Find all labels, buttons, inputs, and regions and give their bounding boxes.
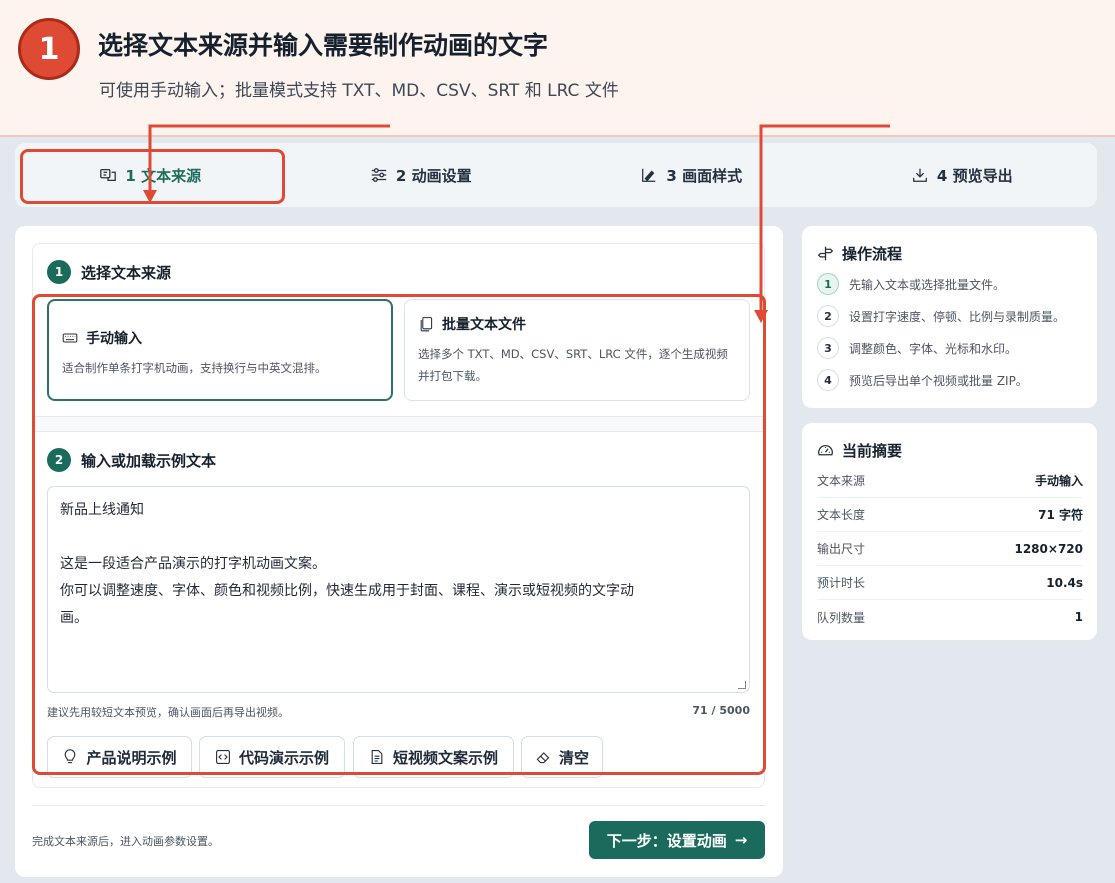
tab-canvas-style[interactable]: 3 画面样式 [556,143,827,207]
step-number-badge: 1 [18,18,80,80]
input-hint: 建议先用较短文本预览，确认画面后再导出视频。 [47,706,289,719]
banner-title: 选择文本来源并输入需要制作动画的文字 [98,31,549,60]
summary-row: 队列数量 1 [817,610,1083,625]
tab-text-source[interactable]: 1 文本来源 [15,143,286,207]
tab-animation-settings[interactable]: 2 动画设置 [286,143,557,207]
workflow-step-number: 2 [817,305,839,327]
summary-row: 预计时长 10.4s [817,566,1083,600]
summary-title: 当前摘要 [817,440,902,461]
document-icon [371,750,383,764]
tab-label: 2 动画设置 [395,166,472,185]
workflow-card: 操作流程 1 先输入文本或选择批量文件。 2 设置打字速度、停顿、比例与录制质量… [802,226,1097,408]
next-step-button[interactable]: 下一步：设置动画 → [589,821,765,859]
text-line [60,524,737,551]
gauge-icon [818,445,833,456]
option-manual-input[interactable]: 手动输入 适合制作单条打字机动画，支持换行与中英文混排。 [47,299,393,401]
signpost-icon [817,246,834,261]
tab-preview-export[interactable]: 4 预览导出 [827,143,1098,207]
resize-handle[interactable] [738,681,746,689]
text-line: 画。 [60,610,88,626]
arrow-right-icon: → [734,831,748,849]
clear-button[interactable]: 清空 [521,736,603,778]
section-input-heading: 2 输入或加载示例文本 [47,448,216,472]
workflow-step-number: 1 [817,273,839,295]
brush-icon [642,168,656,182]
summary-card: 当前摘要 文本来源 手动输入 文本长度 71 字符 输出尺寸 1280×720 … [802,423,1097,640]
summary-row: 输出尺寸 1280×720 [817,532,1083,566]
workflow-step: 2 设置打字速度、停顿、比例与录制质量。 [817,305,1065,327]
files-icon [420,317,433,332]
tab-label: 4 预览导出 [936,166,1013,185]
section-title: 输入或加载示例文本 [81,451,217,470]
option-description: 适合制作单条打字机动画，支持换行与中英文混排。 [62,361,327,375]
short-video-example-button[interactable]: 短视频文案示例 [353,736,514,778]
text-line: 新品上线通知 [60,502,144,518]
code-example-button[interactable]: 代码演示示例 [199,736,345,778]
instruction-banner: 1 选择文本来源并输入需要制作动画的文字 可使用手动输入；批量模式支持 TXT、… [0,0,1115,137]
workflow-step-number: 3 [817,337,839,359]
step-tabs: 1 文本来源 2 动画设置 3 画面样式 4 预览导出 [15,143,1097,207]
option-title: 手动输入 [62,328,142,348]
code-icon [216,750,230,764]
lightbulb-icon [65,749,76,764]
banner-subtitle: 可使用手动输入；批量模式支持 TXT、MD、CSV、SRT 和 LRC 文件 [99,81,619,101]
text-source-icon [100,168,117,182]
summary-row: 文本来源 手动输入 [817,464,1083,498]
footer-hint: 完成文本来源后，进入动画参数设置。 [32,835,219,848]
section-divider [33,416,764,432]
keyboard-icon [62,333,78,343]
workflow-step: 1 先输入文本或选择批量文件。 [817,273,1005,295]
product-example-button[interactable]: 产品说明示例 [47,736,192,778]
section-number: 2 [47,448,71,472]
footer-divider [32,805,765,806]
text-line: 你可以调整速度、字体、颜色和视频比例，快速生成用于封面、课程、演示或短视频的文字… [60,583,634,599]
workflow-step: 4 预览后导出单个视频或批量 ZIP。 [817,369,1028,391]
eraser-icon [536,752,550,764]
workflow-title: 操作流程 [817,243,902,264]
text-input-area[interactable]: 新品上线通知 这是一段适合产品演示的打字机动画文案。 你可以调整速度、字体、颜色… [47,486,750,693]
tab-label: 3 画面样式 [666,166,743,185]
source-panel: 1 选择文本来源 手动输入 适合制作单条打字机动画，支持换行与中英文混排。 批量… [32,243,765,788]
download-icon [912,168,927,182]
tab-label: 1 文本来源 [125,166,202,185]
main-card: 1 选择文本来源 手动输入 适合制作单条打字机动画，支持换行与中英文混排。 批量… [15,226,783,877]
section-title: 选择文本来源 [81,263,172,282]
section-source-heading: 1 选择文本来源 [47,260,171,284]
option-title: 批量文本文件 [418,314,526,334]
section-number: 1 [47,260,71,284]
workflow-step: 3 调整颜色、字体、光标和水印。 [817,337,1017,359]
summary-row: 文本长度 71 字符 [817,498,1083,532]
character-count: 71 / 5000 [692,704,750,717]
option-batch-files[interactable]: 批量文本文件 选择多个 TXT、MD、CSV、SRT、LRC 文件，逐个生成视频… [404,299,750,401]
option-description: 选择多个 TXT、MD、CSV、SRT、LRC 文件，逐个生成视频 并打包下载。 [418,347,728,383]
text-line: 这是一段适合产品演示的打字机动画文案。 [60,556,326,572]
workflow-step-number: 4 [817,369,839,391]
sliders-icon [371,168,387,182]
